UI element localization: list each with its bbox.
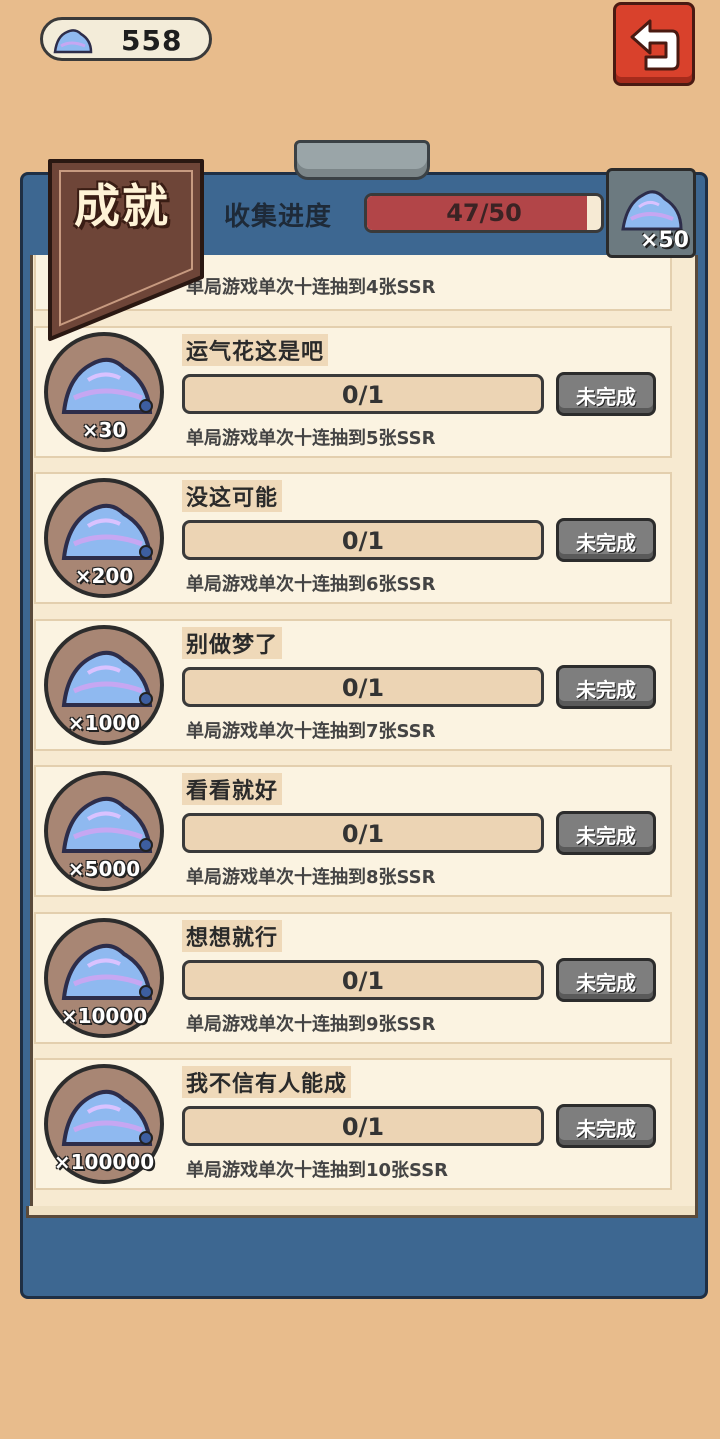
achievement-desc: 单局游戏单次十连抽到10张SSR (186, 1160, 449, 1181)
claim-button-label: 未完成 (576, 531, 636, 555)
claim-button[interactable]: 未完成 (556, 665, 656, 709)
achievement-progress-text: 0/1 (341, 967, 385, 995)
achievement-row: ×100000 我不信有人能成 0/1 未完成 单局游戏单次十连抽到10张SSR (34, 1058, 672, 1190)
claim-button[interactable]: 未完成 (556, 958, 656, 1002)
achievement-progress-text: 0/1 (341, 674, 385, 702)
clipboard-clip (294, 140, 430, 180)
reward-badge: ×30 (44, 332, 164, 452)
reward-count: ×200 (74, 564, 134, 588)
collection-progress-bar: 47/50 (364, 193, 604, 233)
claim-button[interactable]: 未完成 (556, 518, 656, 562)
achievement-desc: 单局游戏单次十连抽到5张SSR (186, 428, 436, 449)
achievement-row: ×30 运气花这是吧 0/1 未完成 单局游戏单次十连抽到5张SSR (34, 326, 672, 458)
achievement-progress-text: 0/1 (341, 820, 385, 848)
achievement-row: ×5000 看看就好 0/1 未完成 单局游戏单次十连抽到8张SSR (34, 765, 672, 897)
reward-count: ×1000 (67, 711, 141, 735)
collection-progress-text: 47/50 (446, 199, 522, 227)
achievement-desc: 单局游戏单次十连抽到9张SSR (186, 1014, 436, 1035)
reward-badge: ×200 (44, 478, 164, 598)
achievement-progress-text: 0/1 (341, 381, 385, 409)
achievement-progress-text: 0/1 (341, 1113, 385, 1141)
crystal-icon (61, 650, 153, 707)
claim-button-label: 未完成 (576, 824, 636, 848)
page-title: 成就 (74, 179, 170, 233)
claim-button-label: 未完成 (576, 1117, 636, 1141)
achievement-row: ×200 没这可能 0/1 未完成 单局游戏单次十连抽到6张SSR (34, 472, 672, 604)
achievement-name: 看看就好 (182, 773, 283, 805)
reward-count: ×5000 (67, 857, 141, 881)
achievement-desc: 单局游戏单次十连抽到7张SSR (186, 721, 436, 742)
reward-count: ×10000 (60, 1004, 148, 1028)
currency-amount: 558 (121, 24, 183, 57)
crystal-icon (61, 357, 153, 414)
achievement-progress-bar: 0/1 (182, 520, 544, 560)
achievement-progress-bar: 0/1 (182, 960, 544, 1000)
currency-display: 558 (40, 17, 212, 61)
crystal-icon (53, 29, 93, 54)
reward-badge: ×1000 (44, 625, 164, 745)
reward-count: ×100000 (53, 1150, 155, 1174)
collection-reward-qty: ×50 (639, 228, 689, 253)
paper-edge (26, 1206, 698, 1218)
reward-count: ×30 (81, 418, 127, 442)
claim-button[interactable]: 未完成 (556, 372, 656, 416)
achievement-progress-bar: 0/1 (182, 1106, 544, 1146)
back-button[interactable] (613, 2, 695, 86)
crystal-icon (61, 503, 153, 560)
achievement-name: 没这可能 (182, 480, 283, 512)
crystal-icon (61, 796, 153, 853)
achievement-row: ×10000 想想就行 0/1 未完成 单局游戏单次十连抽到9张SSR (34, 912, 672, 1044)
claim-button[interactable]: 未完成 (556, 811, 656, 855)
achievement-desc: 单局游戏单次十连抽到6张SSR (186, 574, 436, 595)
crystal-icon (61, 943, 153, 1000)
achievement-progress-text: 0/1 (341, 527, 385, 555)
achievement-row: ×1000 别做梦了 0/1 未完成 单局游戏单次十连抽到7张SSR (34, 619, 672, 751)
achievement-name: 想想就行 (182, 920, 283, 952)
collection-reward[interactable]: ×50 (606, 168, 696, 258)
return-arrow-icon (630, 19, 680, 71)
claim-button-label: 未完成 (576, 385, 636, 409)
reward-badge: ×5000 (44, 771, 164, 891)
reward-badge: ×100000 (44, 1064, 164, 1184)
claim-button-label: 未完成 (576, 971, 636, 995)
achievement-desc: 单局游戏单次十连抽到4张SSR (186, 277, 436, 298)
achievement-progress-bar: 0/1 (182, 374, 544, 414)
achievement-progress-bar: 0/1 (182, 813, 544, 853)
reward-badge: ×10000 (44, 918, 164, 1038)
achievement-name: 我不信有人能成 (182, 1066, 352, 1098)
claim-button-label: 未完成 (576, 678, 636, 702)
achievement-name: 别做梦了 (182, 627, 283, 659)
claim-button[interactable]: 未完成 (556, 1104, 656, 1148)
achievement-progress-bar: 0/1 (182, 667, 544, 707)
crystal-icon (61, 1089, 153, 1146)
collection-progress-label: 收集进度 (224, 202, 333, 232)
achievement-desc: 单局游戏单次十连抽到8张SSR (186, 867, 436, 888)
